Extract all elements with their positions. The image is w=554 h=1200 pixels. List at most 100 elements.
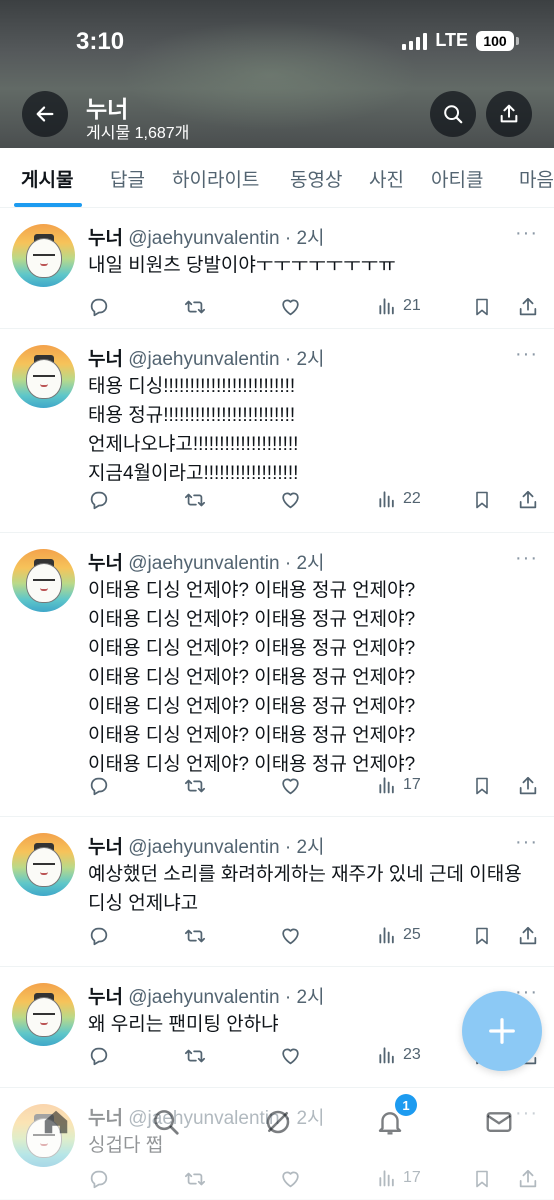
tweet[interactable]: 누너 @jaehyunvalentin · 2시 ··· 내일 비원츠 당발이야ㅜㅜ… [0,208,554,329]
search-icon [154,1110,179,1135]
avatar[interactable] [12,345,75,408]
nav-messages[interactable] [479,1102,519,1142]
tab-highlights[interactable]: 하이라이트 [172,148,259,207]
nav-search[interactable] [146,1102,186,1142]
tweet[interactable]: 누너 @jaehyunvalentin · 2시 ··· 태용 디싱!!!!!!!!… [0,329,554,533]
author-handle[interactable]: @jaehyunvalentin [128,349,279,370]
like-button[interactable] [279,775,302,797]
separator-dot: · [279,837,297,858]
share-button[interactable] [517,925,539,947]
tweet-time[interactable]: 2시 [296,837,324,858]
back-button[interactable] [22,91,68,137]
tab-replies[interactable]: 답글 [110,148,145,207]
author-handle[interactable]: @jaehyunvalentin [128,987,279,1008]
reply-button[interactable] [88,775,110,797]
view-count: 17 [403,776,421,793]
reply-icon [88,489,110,511]
tab-videos[interactable]: 동영상 [290,148,342,207]
tweet-header: 누너 @jaehyunvalentin · 2시 [88,832,325,859]
share-button[interactable] [517,489,539,511]
search-icon [444,105,463,124]
view-count: 22 [403,490,421,507]
more-options-button[interactable]: ··· [515,343,538,366]
tweet-time[interactable]: 2시 [296,228,324,249]
bookmark-button[interactable] [472,775,492,797]
home-icon [44,1110,68,1134]
share-profile-button[interactable] [486,91,532,137]
compose-button[interactable] [462,991,542,1071]
like-icon [279,775,302,797]
reply-button[interactable] [88,296,110,318]
author-handle[interactable]: @jaehyunvalentin [128,837,279,858]
reply-button[interactable] [88,1045,110,1067]
tab-likes[interactable]: 마음 [519,148,554,207]
share-button[interactable] [517,775,539,797]
bookmark-button[interactable] [472,925,492,947]
more-options-button[interactable]: ··· [515,547,538,570]
avatar-eyes [33,579,55,581]
like-icon [279,489,302,511]
views-icon [377,775,397,795]
search-button[interactable] [430,91,476,137]
tweet-text: 이태용 디싱 언제야? 이태용 정규 언제야? 이태용 디싱 언제야? 이태용 … [88,580,416,775]
tweet-time[interactable]: 2시 [296,987,324,1008]
retweet-button[interactable] [183,489,207,511]
retweet-button[interactable] [183,1045,207,1067]
author-handle[interactable]: @jaehyunvalentin [128,228,279,249]
retweet-button[interactable] [183,296,207,318]
tab-photos[interactable]: 사진 [369,148,404,207]
avatar-eyes [33,254,55,256]
tweet[interactable]: 누너 @jaehyunvalentin · 2시 ··· 예상했던 소리를 화려하게… [0,817,554,967]
views-button[interactable]: 25 [377,925,421,945]
tweet-time[interactable]: 2시 [296,349,324,370]
nav-home[interactable] [36,1102,76,1142]
like-button[interactable] [279,925,302,947]
views-button[interactable]: 21 [377,296,421,316]
avatar-face [26,238,62,278]
avatar[interactable] [12,983,75,1046]
more-options-button[interactable]: ··· [515,222,538,245]
tab-articles[interactable]: 아티클 [431,148,483,207]
share-button[interactable] [517,296,539,318]
views-button[interactable]: 22 [377,489,421,509]
tweet-text: 태용 디싱!!!!!!!!!!!!!!!!!!!!!!!!! 태용 정규!!!!… [88,376,299,484]
share-icon [517,925,539,947]
author-name[interactable]: 누너 [88,837,123,858]
author-name[interactable]: 누너 [88,349,123,370]
avatar[interactable] [12,224,75,287]
views-icon [377,296,397,316]
avatar[interactable] [12,833,75,896]
views-button[interactable]: 17 [377,775,421,795]
retweet-button[interactable] [183,925,207,947]
avatar-eyes [33,375,55,377]
author-handle[interactable]: @jaehyunvalentin [128,553,279,574]
avatar-face [26,997,62,1037]
tab-posts[interactable]: 게시물 [21,148,73,207]
retweet-icon [183,925,207,947]
author-name[interactable]: 누너 [88,987,123,1008]
reply-button[interactable] [88,925,110,947]
avatar[interactable] [12,549,75,612]
bookmark-button[interactable] [472,296,492,318]
share-icon [500,104,518,123]
views-icon [377,925,397,945]
like-button[interactable] [279,296,302,318]
status-time: 3:10 [76,28,125,55]
tweet-time[interactable]: 2시 [296,553,324,574]
views-button[interactable]: 23 [377,1045,421,1065]
separator-dot: · [279,228,297,249]
nav-grok[interactable] [258,1102,298,1142]
avatar-eyes [33,1013,55,1015]
reply-button[interactable] [88,489,110,511]
author-name[interactable]: 누너 [88,553,123,574]
author-name[interactable]: 누너 [88,228,123,249]
more-options-button[interactable]: ··· [515,831,538,854]
like-button[interactable] [279,489,302,511]
view-count: 21 [403,297,421,314]
like-icon [279,925,302,947]
retweet-button[interactable] [183,775,207,797]
like-button[interactable] [279,1045,302,1067]
tweet[interactable]: 누너 @jaehyunvalentin · 2시 ··· 이태용 디싱 언제야? 이… [0,533,554,817]
bookmark-button[interactable] [472,489,492,511]
back-arrow-icon [36,106,54,122]
